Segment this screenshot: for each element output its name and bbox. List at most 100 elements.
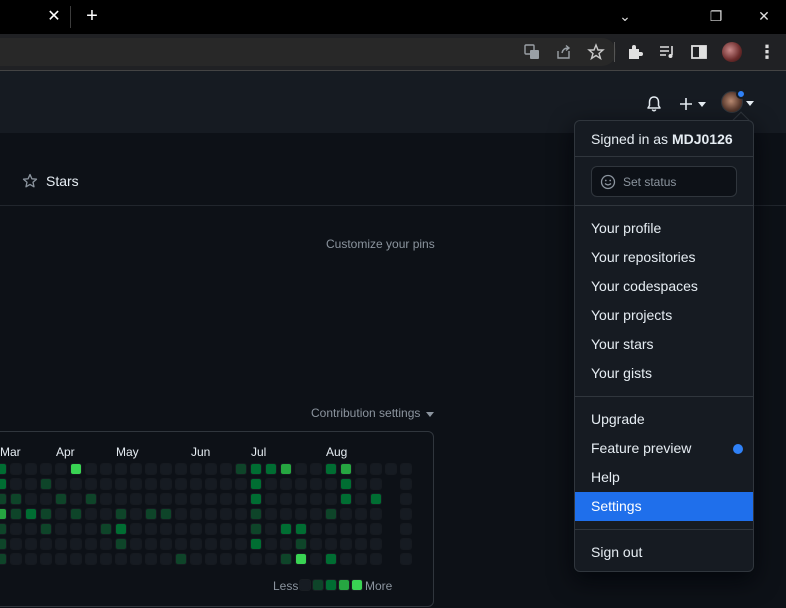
extensions-icon[interactable]: [626, 43, 644, 61]
contribution-cell[interactable]: [370, 463, 382, 475]
contribution-cell[interactable]: [205, 508, 217, 520]
contribution-cell[interactable]: [190, 553, 202, 565]
contribution-cell[interactable]: [355, 463, 367, 475]
create-chevron-down-icon[interactable]: [698, 102, 706, 107]
contribution-cell[interactable]: [25, 493, 37, 505]
contribution-cell[interactable]: [160, 538, 172, 550]
media-control-icon[interactable]: [658, 43, 676, 61]
contribution-cell[interactable]: [205, 478, 217, 490]
contribution-cell[interactable]: [310, 523, 322, 535]
contribution-cell[interactable]: [10, 508, 22, 520]
browser-menu-icon[interactable]: ⋮: [758, 41, 776, 63]
contribution-cell[interactable]: [265, 508, 277, 520]
contribution-cell[interactable]: [160, 478, 172, 490]
contribution-cell[interactable]: [145, 538, 157, 550]
contribution-cell[interactable]: [145, 478, 157, 490]
contribution-cell[interactable]: [190, 508, 202, 520]
contribution-cell[interactable]: [100, 523, 112, 535]
close-window-icon[interactable]: ✕: [753, 5, 775, 27]
contribution-cell[interactable]: [25, 478, 37, 490]
tab-search-icon[interactable]: ⌄: [614, 5, 636, 27]
contribution-cell[interactable]: [310, 553, 322, 565]
contribution-cell[interactable]: [310, 538, 322, 550]
contribution-cell[interactable]: [325, 523, 337, 535]
contribution-cell[interactable]: [85, 538, 97, 550]
contribution-cell[interactable]: [115, 538, 127, 550]
contribution-cell[interactable]: [220, 478, 232, 490]
contribution-cell[interactable]: [70, 523, 82, 535]
contribution-cell[interactable]: [325, 493, 337, 505]
contribution-cell[interactable]: [70, 508, 82, 520]
contribution-cell[interactable]: [220, 523, 232, 535]
contribution-cell[interactable]: [265, 463, 277, 475]
contribution-cell[interactable]: [355, 523, 367, 535]
contribution-cell[interactable]: [0, 538, 7, 550]
contribution-cell[interactable]: [280, 508, 292, 520]
contribution-cell[interactable]: [310, 508, 322, 520]
contribution-cell[interactable]: [40, 508, 52, 520]
contribution-cell[interactable]: [250, 553, 262, 565]
contribution-cell[interactable]: [235, 478, 247, 490]
contribution-cell[interactable]: [100, 553, 112, 565]
contribution-cell[interactable]: [70, 538, 82, 550]
contribution-cell[interactable]: [310, 493, 322, 505]
contribution-cell[interactable]: [0, 493, 7, 505]
contribution-cell[interactable]: [190, 493, 202, 505]
new-tab-icon[interactable]: +: [82, 6, 102, 26]
contribution-cell[interactable]: [160, 493, 172, 505]
contribution-cell[interactable]: [220, 538, 232, 550]
contribution-cell[interactable]: [265, 493, 277, 505]
contribution-cell[interactable]: [115, 553, 127, 565]
contribution-cell[interactable]: [235, 493, 247, 505]
contribution-cell[interactable]: [205, 523, 217, 535]
contribution-cell[interactable]: [100, 463, 112, 475]
contribution-cell[interactable]: [220, 508, 232, 520]
contribution-cell[interactable]: [400, 523, 412, 535]
restore-window-icon[interactable]: ❐: [705, 5, 727, 27]
contribution-cell[interactable]: [70, 463, 82, 475]
contribution-cell[interactable]: [70, 478, 82, 490]
menu-item-help[interactable]: Help: [575, 463, 753, 492]
contribution-cell[interactable]: [175, 523, 187, 535]
contribution-cell[interactable]: [70, 553, 82, 565]
contribution-cell[interactable]: [310, 478, 322, 490]
contribution-cell[interactable]: [40, 478, 52, 490]
contribution-cell[interactable]: [370, 523, 382, 535]
contribution-cell[interactable]: [235, 523, 247, 535]
set-status-button[interactable]: Set status: [591, 166, 737, 197]
contribution-cell[interactable]: [25, 508, 37, 520]
contribution-cell[interactable]: [355, 553, 367, 565]
contribution-cell[interactable]: [340, 553, 352, 565]
menu-item-sign-out[interactable]: Sign out: [575, 538, 753, 567]
contribution-cell[interactable]: [370, 538, 382, 550]
contribution-cell[interactable]: [0, 523, 7, 535]
contribution-cell[interactable]: [130, 538, 142, 550]
contribution-cell[interactable]: [100, 508, 112, 520]
contribution-cell[interactable]: [295, 538, 307, 550]
contribution-cell[interactable]: [85, 463, 97, 475]
contribution-cell[interactable]: [220, 463, 232, 475]
contribution-cell[interactable]: [55, 493, 67, 505]
contribution-cell[interactable]: [265, 523, 277, 535]
menu-item-your-profile[interactable]: Your profile: [575, 214, 753, 243]
contribution-cell[interactable]: [160, 523, 172, 535]
contribution-cell[interactable]: [400, 478, 412, 490]
contribution-cell[interactable]: [340, 493, 352, 505]
contribution-cell[interactable]: [10, 478, 22, 490]
contribution-cell[interactable]: [310, 463, 322, 475]
contribution-cell[interactable]: [115, 493, 127, 505]
contribution-cell[interactable]: [10, 493, 22, 505]
contribution-cell[interactable]: [145, 463, 157, 475]
contribution-cell[interactable]: [295, 478, 307, 490]
contribution-cell[interactable]: [175, 463, 187, 475]
menu-item-settings[interactable]: Settings: [575, 492, 753, 521]
contribution-cell[interactable]: [55, 508, 67, 520]
menu-item-your-stars[interactable]: Your stars: [575, 330, 753, 359]
contribution-cell[interactable]: [85, 508, 97, 520]
contribution-cell[interactable]: [250, 538, 262, 550]
contribution-cell[interactable]: [295, 493, 307, 505]
contribution-cell[interactable]: [370, 553, 382, 565]
contribution-cell[interactable]: [55, 523, 67, 535]
contribution-cell[interactable]: [40, 463, 52, 475]
contribution-cell[interactable]: [235, 553, 247, 565]
